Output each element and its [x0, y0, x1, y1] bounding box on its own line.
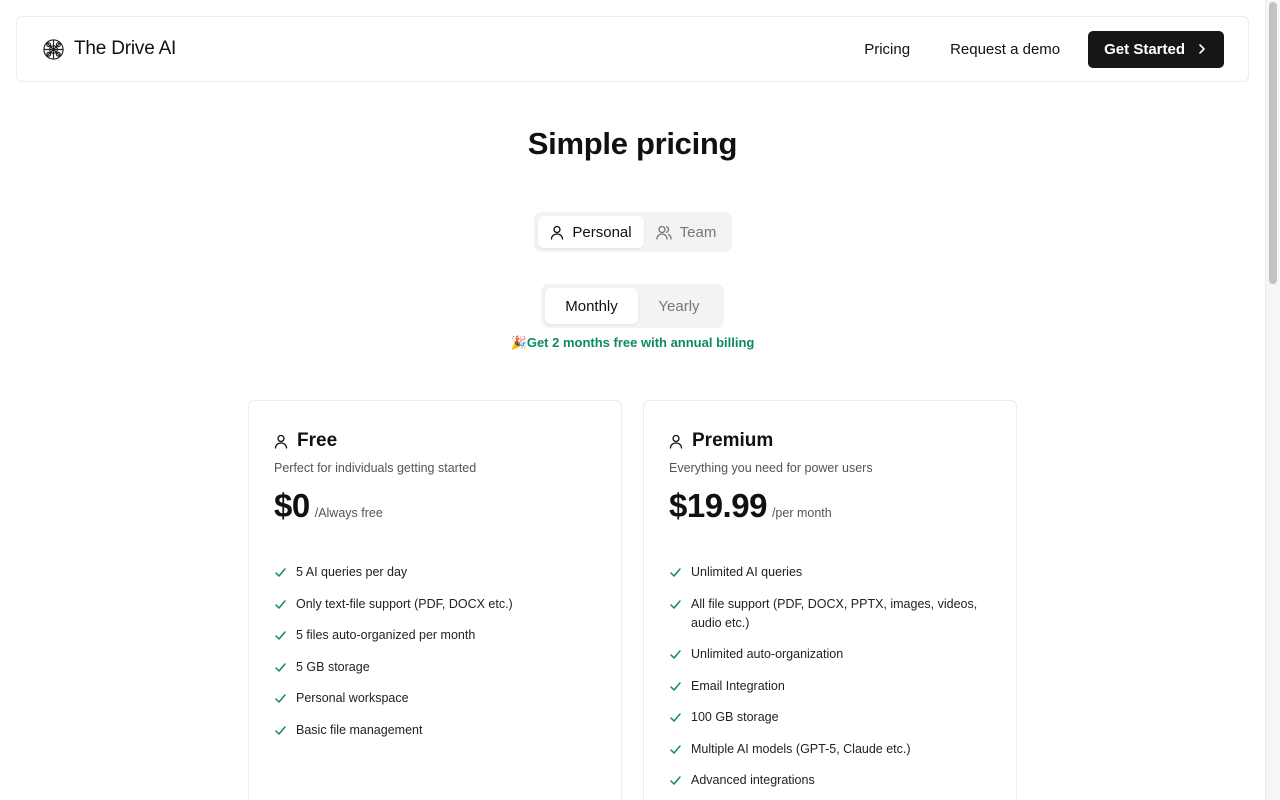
feature-text: 5 files auto-organized per month [296, 628, 476, 642]
feature-list: Unlimited AI queries All file support (P… [669, 563, 992, 790]
feature-item: Unlimited auto-organization [669, 645, 992, 664]
check-icon [274, 724, 287, 737]
plan-type-toggle: Personal Team [534, 212, 732, 252]
feature-item: Email Integration [669, 677, 992, 696]
feature-text: Unlimited AI queries [691, 565, 803, 579]
feature-text: Basic file management [296, 722, 423, 737]
feature-item: 5 GB storage [274, 658, 597, 677]
users-icon [656, 225, 672, 240]
feature-text: Unlimited auto-organization [691, 647, 844, 661]
check-icon [669, 566, 682, 579]
feature-item: 5 files auto-organized per month [274, 626, 597, 645]
plan-name: Premium [692, 430, 774, 451]
feature-item: 5 AI queries per day [274, 563, 597, 582]
feature-item: Only text-file support (PDF, DOCX etc.) [274, 595, 597, 614]
feature-text: Advanced integrations [691, 773, 815, 787]
plan-period: /Always free [314, 506, 383, 520]
page-scrollbar[interactable] [1265, 0, 1280, 800]
scrollbar-thumb[interactable] [1269, 2, 1277, 284]
feature-item: Personal workspace [274, 689, 597, 708]
chevron-right-icon [1197, 43, 1206, 55]
feature-item: Advanced integrations [669, 771, 992, 790]
tab-team-label: Team [679, 223, 717, 241]
check-icon [274, 661, 287, 674]
feature-item: Multiple AI models (GPT-5, Claude etc.) [669, 740, 992, 759]
tab-personal[interactable]: Personal [538, 216, 644, 248]
feature-text: Only text-file support (PDF, DOCX etc.) [296, 596, 513, 611]
feature-text: Email Integration [691, 678, 785, 693]
check-icon [274, 692, 287, 705]
plan-card-premium: Premium Everything you need for power us… [643, 400, 1017, 800]
feature-text: 5 AI queries per day [296, 565, 408, 579]
tab-personal-label: Personal [572, 223, 632, 241]
check-icon [669, 711, 682, 724]
plan-description: Perfect for individuals getting started [274, 461, 477, 475]
feature-text: All file support (PDF, DOCX, PPTX, image… [691, 596, 978, 630]
feature-text: 100 GB storage [691, 710, 779, 724]
plan-name: Free [297, 430, 338, 451]
plan-period: /per month [771, 506, 832, 520]
get-started-label: Get Started [1104, 40, 1185, 58]
check-icon [274, 629, 287, 642]
nav-link-pricing[interactable]: Pricing [864, 41, 910, 58]
brain-logo-icon [42, 38, 65, 61]
check-icon [274, 598, 287, 611]
plan-description: Everything you need for power users [669, 461, 873, 475]
feature-item: Basic file management [274, 721, 597, 740]
user-icon [669, 434, 683, 449]
brand[interactable]: The Drive AI [42, 38, 176, 61]
feature-list: 5 AI queries per day Only text-file supp… [274, 563, 597, 740]
plan-price: $19.99 [669, 487, 767, 524]
get-started-button[interactable]: Get Started [1088, 30, 1224, 68]
plan-card-free: Free Perfect for individuals getting sta… [248, 400, 622, 800]
billing-toggle: Monthly Yearly [541, 284, 724, 328]
plan-price: $0 [274, 487, 310, 524]
brand-name: The Drive AI [74, 38, 177, 59]
feature-item: 100 GB storage [669, 708, 992, 727]
check-icon [669, 774, 682, 787]
annual-billing-promo: 🎉Get 2 months free with annual billing [0, 335, 1265, 351]
user-icon [550, 225, 564, 240]
feature-text: Multiple AI models (GPT-5, Claude etc.) [691, 741, 911, 756]
check-icon [669, 743, 682, 756]
tab-monthly[interactable]: Monthly [545, 288, 638, 324]
feature-text: Personal workspace [296, 691, 409, 705]
feature-item: All file support (PDF, DOCX, PPTX, image… [669, 595, 992, 633]
feature-item: Unlimited AI queries [669, 563, 992, 582]
tab-yearly[interactable]: Yearly [638, 288, 720, 324]
check-icon [274, 566, 287, 579]
promo-text: Get 2 months free with annual billing [526, 335, 755, 350]
user-icon [274, 434, 288, 449]
check-icon [669, 648, 682, 661]
check-icon [669, 680, 682, 693]
party-popper-icon: 🎉 [510, 335, 527, 350]
top-navbar: The Drive AI Pricing Request a demo Get … [16, 16, 1249, 82]
check-icon [669, 598, 682, 611]
feature-text: 5 GB storage [296, 659, 370, 674]
page-title: Simple pricing [527, 126, 738, 161]
tab-team[interactable]: Team [644, 216, 728, 248]
nav-link-request-demo[interactable]: Request a demo [950, 41, 1060, 58]
